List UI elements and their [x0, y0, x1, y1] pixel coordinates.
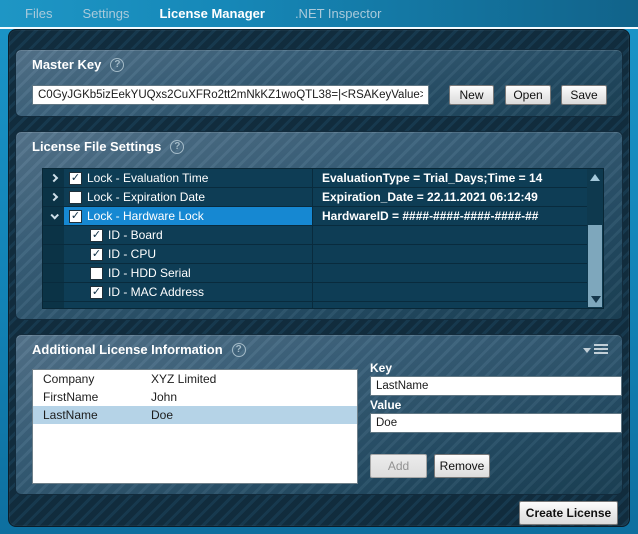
- open-button[interactable]: Open: [505, 85, 551, 105]
- key-label: Key: [370, 361, 392, 375]
- tree-row[interactable]: Lock - Expiration Date Expiration_Date =…: [43, 188, 587, 207]
- expander-chevron-icon[interactable]: [49, 174, 57, 182]
- tree-row-label-cell[interactable]: ✓ Lock - Hardware Lock: [64, 207, 312, 225]
- expander-gutter: [43, 245, 64, 263]
- tree-row-label: ID - HDD Serial: [108, 266, 191, 280]
- tree-row-value: HardwareID = ####-####-####-####-##: [312, 207, 587, 225]
- scroll-up-icon[interactable]: [590, 174, 600, 181]
- tree-row-value: EvaluationType = Trial_Days;Time = 14: [312, 169, 587, 187]
- expander-gutter: [43, 188, 64, 206]
- tab-bar: Files Settings License Manager .NET Insp…: [0, 0, 638, 27]
- expander-gutter: [43, 169, 64, 187]
- expander-gutter: [43, 226, 64, 244]
- checkbox[interactable]: ✓: [90, 229, 103, 242]
- tree-scrollbar[interactable]: [587, 169, 603, 308]
- checkbox[interactable]: ✓: [90, 286, 103, 299]
- master-key-title-row: Master Key ?: [32, 57, 124, 72]
- tree-row-label-cell[interactable]: ✓ ID - MAC Address: [64, 283, 312, 301]
- license-file-settings-section: License File Settings ? ✓ Lock - Evaluat…: [15, 131, 623, 320]
- tree-row[interactable]: ✓ ID - CPU: [43, 245, 587, 264]
- tree-row-label-cell[interactable]: ID - HDD Serial: [64, 264, 312, 282]
- tree-row[interactable]: ID - HDD Serial: [43, 264, 587, 283]
- expander-gutter: [43, 264, 64, 282]
- checkbox[interactable]: ✓: [69, 172, 82, 185]
- tree-row-label-cell[interactable]: ✓ ID - Board: [64, 226, 312, 244]
- tree-row[interactable]: ✓ ID - Board: [43, 226, 587, 245]
- tree-row[interactable]: ✓ Lock - Evaluation Time EvaluationType …: [43, 169, 587, 188]
- help-icon[interactable]: ?: [170, 140, 184, 154]
- additional-info-title: Additional License Information: [32, 342, 223, 357]
- value-input[interactable]: [370, 413, 622, 433]
- new-button[interactable]: New: [449, 85, 494, 105]
- checkbox[interactable]: [90, 267, 103, 280]
- list-item-value: Doe: [151, 408, 357, 422]
- master-key-input[interactable]: [32, 85, 429, 105]
- remove-button[interactable]: Remove: [434, 454, 490, 478]
- add-button[interactable]: Add: [370, 454, 427, 478]
- tree-row-value: [312, 302, 587, 309]
- tree-row-label: ID - MAC Address: [108, 285, 204, 299]
- list-item-value: John: [151, 390, 357, 404]
- scrollbar-thumb[interactable]: [588, 225, 602, 307]
- list-item[interactable]: Company XYZ Limited: [33, 370, 357, 388]
- main-panel: Master Key ? New Open Save License File …: [8, 29, 630, 527]
- help-icon[interactable]: ?: [110, 58, 124, 72]
- license-info-list[interactable]: Company XYZ Limited FirstName John LastN…: [32, 369, 358, 484]
- expander-gutter: [43, 283, 64, 301]
- tree-row-label: Lock - Expiration Date: [87, 190, 205, 204]
- checkbox[interactable]: [69, 191, 82, 204]
- tree-row-label: ID - Board: [108, 228, 163, 242]
- tree-row[interactable]: [43, 302, 587, 309]
- additional-info-title-row: Additional License Information ?: [32, 342, 246, 357]
- save-button[interactable]: Save: [561, 85, 607, 105]
- tab-settings[interactable]: Settings: [82, 6, 129, 21]
- help-icon[interactable]: ?: [232, 343, 246, 357]
- tree-row-label-cell[interactable]: [64, 302, 312, 309]
- tree-row-label: Lock - Hardware Lock: [87, 209, 204, 223]
- tab-net-inspector[interactable]: .NET Inspector: [295, 6, 381, 21]
- tree-row-value: [312, 264, 587, 282]
- license-settings-tree: ✓ Lock - Evaluation Time EvaluationType …: [42, 168, 604, 309]
- tree-row[interactable]: ✓ ID - MAC Address: [43, 283, 587, 302]
- chevron-down-icon: [583, 348, 591, 353]
- tree-row-label: ID - CPU: [108, 247, 156, 261]
- tree-row-value: Expiration_Date = 22.11.2021 06:12:49: [312, 188, 587, 206]
- tree-row-value: [312, 245, 587, 263]
- tree-row[interactable]: ✓ Lock - Hardware Lock HardwareID = ####…: [43, 207, 587, 226]
- master-key-section: Master Key ? New Open Save: [15, 49, 623, 117]
- list-item-key: Company: [33, 372, 151, 386]
- license-settings-title: License File Settings: [32, 139, 161, 154]
- list-item[interactable]: FirstName John: [33, 388, 357, 406]
- tree-row-label-cell[interactable]: ✓ ID - CPU: [64, 245, 312, 263]
- scroll-down-icon[interactable]: [591, 296, 601, 303]
- create-license-button[interactable]: Create License: [519, 501, 618, 525]
- tree-row-value: [312, 283, 587, 301]
- tree-row-value: [312, 226, 587, 244]
- checkbox[interactable]: ✓: [90, 248, 103, 261]
- master-key-title: Master Key: [32, 57, 101, 72]
- expander-gutter: [43, 302, 64, 309]
- expander-chevron-icon[interactable]: [50, 211, 58, 219]
- tree-row-label: Lock - Evaluation Time: [87, 171, 208, 185]
- license-settings-title-row: License File Settings ?: [32, 139, 184, 154]
- tab-files[interactable]: Files: [25, 6, 52, 21]
- list-item-key: LastName: [33, 408, 151, 422]
- expander-gutter: [43, 207, 64, 225]
- list-item-key: FirstName: [33, 390, 151, 404]
- tree-row-label-cell[interactable]: Lock - Expiration Date: [64, 188, 312, 206]
- list-item[interactable]: LastName Doe: [33, 406, 357, 424]
- expander-chevron-icon[interactable]: [49, 193, 57, 201]
- key-input[interactable]: [370, 376, 622, 396]
- menu-dropdown-icon[interactable]: [583, 344, 608, 354]
- value-label: Value: [370, 398, 401, 412]
- hamburger-icon: [594, 344, 608, 354]
- tree-row-label-cell[interactable]: ✓ Lock - Evaluation Time: [64, 169, 312, 187]
- additional-license-info-section: Additional License Information ? Company…: [15, 334, 623, 495]
- license-tree-rows: ✓ Lock - Evaluation Time EvaluationType …: [43, 169, 587, 308]
- list-item-value: XYZ Limited: [151, 372, 357, 386]
- checkbox[interactable]: ✓: [69, 210, 82, 223]
- tab-license-manager[interactable]: License Manager: [159, 6, 265, 21]
